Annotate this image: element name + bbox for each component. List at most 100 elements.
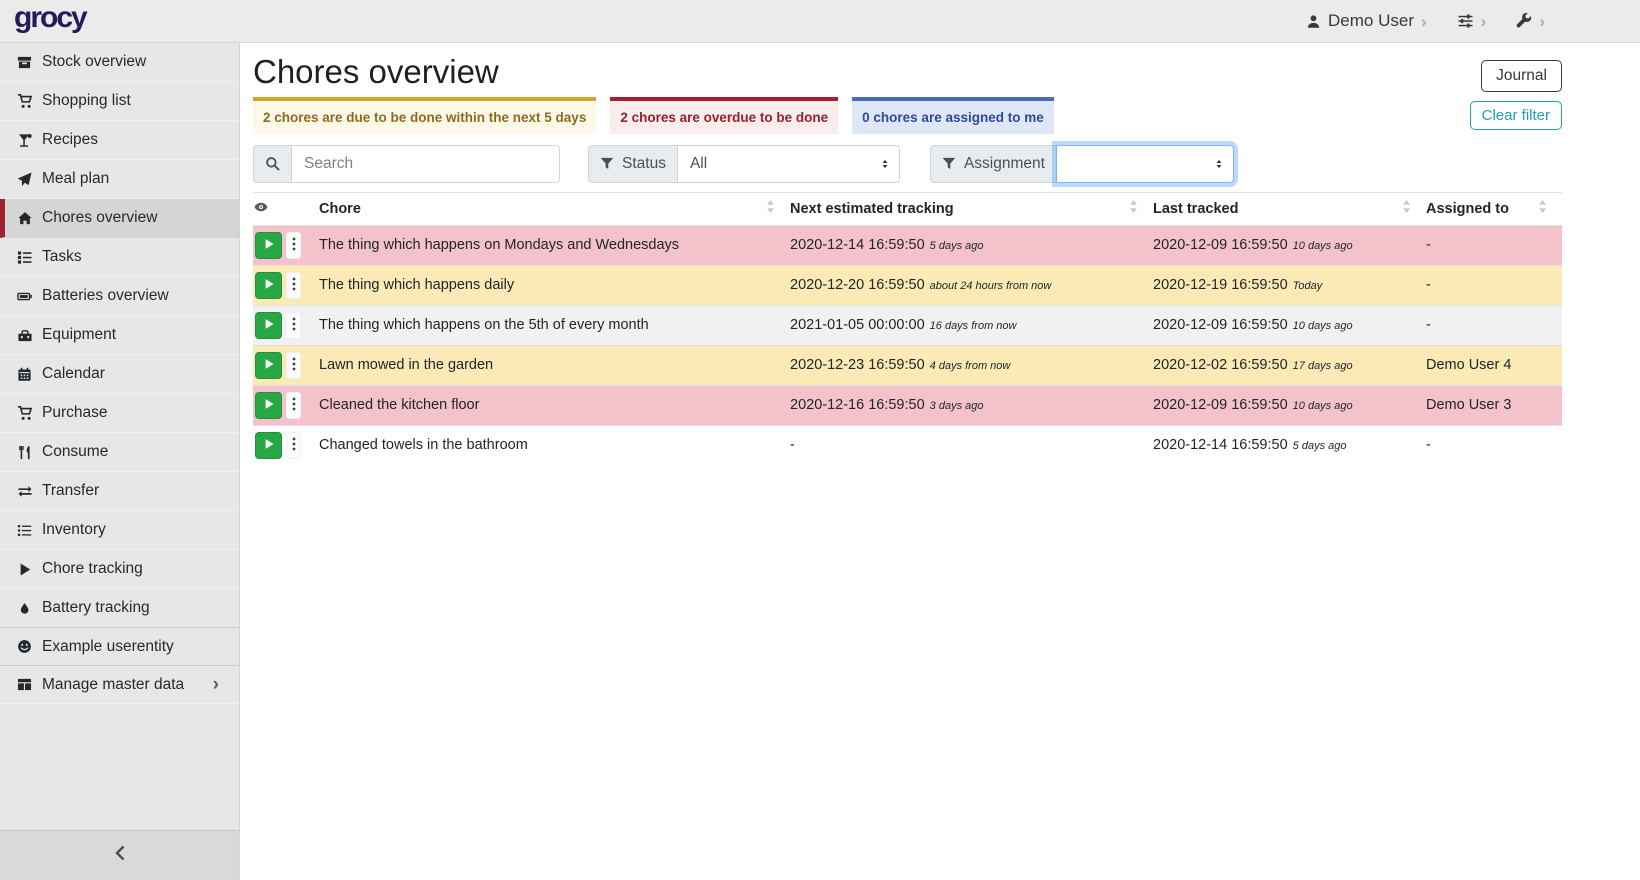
assigned-to-cell: - <box>1426 425 1562 465</box>
column-header-assigned-to[interactable]: Assigned to <box>1426 192 1562 225</box>
clear-filter-button[interactable]: Clear filter <box>1470 101 1562 130</box>
sidebar-item-tasks[interactable]: Tasks <box>0 238 239 277</box>
journal-button[interactable]: Journal <box>1481 60 1562 92</box>
table-row: The thing which happens on Mondays and W… <box>253 225 1562 265</box>
sliders-icon <box>1457 13 1474 29</box>
chevron-right-icon: › <box>1539 13 1545 30</box>
filter-row: Status All Assignment <box>253 145 1562 183</box>
sidebar-item-label: Purchase <box>42 404 107 422</box>
sidebar-item-purchase[interactable]: Purchase <box>0 394 239 433</box>
chore-name-cell: The thing which happens on Mondays and W… <box>319 225 790 265</box>
sidebar-item-batteries-overview[interactable]: Batteries overview <box>0 277 239 316</box>
row-menu-button[interactable] <box>286 272 301 299</box>
user-menu[interactable]: Demo User › <box>1306 11 1427 31</box>
last-tracked-cell: 2020-12-19 16:59:50Today <box>1153 265 1426 305</box>
chore-name-cell: Cleaned the kitchen floor <box>319 385 790 425</box>
sidebar-item-label: Inventory <box>42 521 106 539</box>
banner-info[interactable]: 0 chores are assigned to me <box>852 97 1054 134</box>
next-tracking-cell: 2021-01-05 00:00:0016 days from now <box>790 305 1153 345</box>
filter-icon <box>942 157 956 171</box>
row-menu-button[interactable] <box>286 392 301 419</box>
sidebar-item-label: Tasks <box>42 248 82 266</box>
settings-menu[interactable]: › <box>1457 13 1487 30</box>
sidebar-item-recipes[interactable]: Recipes <box>0 121 239 160</box>
sidebar-item-example-userentity[interactable]: Example userentity <box>0 627 239 666</box>
assignment-filter-select[interactable] <box>1056 145 1234 183</box>
track-execution-button[interactable] <box>255 312 282 339</box>
track-execution-button[interactable] <box>255 232 282 259</box>
track-execution-button[interactable] <box>255 432 282 459</box>
sidebar-item-battery-tracking[interactable]: Battery tracking <box>0 589 239 628</box>
row-menu-button[interactable] <box>286 312 301 339</box>
table-icon <box>16 677 33 692</box>
next-tracking-cell: - <box>790 425 1153 465</box>
shopping-cart-icon <box>16 94 33 109</box>
chore-name-cell: The thing which happens on the 5th of ev… <box>319 305 790 345</box>
next-tracking-cell: 2020-12-14 16:59:505 days ago <box>790 225 1153 265</box>
sidebar-item-chore-tracking[interactable]: Chore tracking <box>0 550 239 589</box>
sidebar-item-shopping-list[interactable]: Shopping list <box>0 82 239 121</box>
smiley-icon <box>16 639 33 654</box>
battery-icon <box>16 289 33 304</box>
chores-table: Chore Next estimated tracking Last track… <box>253 192 1562 465</box>
sidebar-item-transfer[interactable]: Transfer <box>0 472 239 511</box>
admin-menu[interactable]: › <box>1516 13 1545 30</box>
status-filter-select[interactable]: All <box>677 145 900 183</box>
next-tracking-cell: 2020-12-23 16:59:504 days from now <box>790 345 1153 385</box>
user-icon <box>1306 14 1321 29</box>
sidebar-item-chores-overview[interactable]: Chores overview <box>0 199 239 238</box>
sidebar-item-label: Equipment <box>42 326 116 344</box>
chevron-right-icon: › <box>1481 13 1487 30</box>
sidebar-item-label: Recipes <box>42 131 98 149</box>
sidebar-item-meal-plan[interactable]: Meal plan <box>0 160 239 199</box>
column-header-last-tracked[interactable]: Last tracked <box>1153 192 1426 225</box>
banner-danger[interactable]: 2 chores are overdue to be done <box>610 97 838 134</box>
sidebar-collapse-button[interactable] <box>0 830 239 880</box>
play-icon <box>263 358 275 373</box>
status-filter-group: Status All <box>588 145 900 183</box>
sort-icon <box>765 200 776 217</box>
sidebar-item-equipment[interactable]: Equipment <box>0 316 239 355</box>
sidebar-item-consume[interactable]: Consume <box>0 433 239 472</box>
assigned-to-cell: Demo User 3 <box>1426 385 1562 425</box>
row-menu-button[interactable] <box>286 352 301 379</box>
table-row: The thing which happens on the 5th of ev… <box>253 305 1562 345</box>
column-header-next-tracking[interactable]: Next estimated tracking <box>790 192 1153 225</box>
assigned-to-cell: - <box>1426 225 1562 265</box>
search-icon <box>253 145 291 183</box>
last-tracked-cell: 2020-12-09 16:59:5010 days ago <box>1153 305 1426 345</box>
row-menu-button[interactable] <box>286 232 301 259</box>
track-execution-button[interactable] <box>255 352 282 379</box>
sidebar-item-label: Meal plan <box>42 170 109 188</box>
sidebar-item-manage-master-data[interactable]: Manage master data› <box>0 665 239 704</box>
banner-warning[interactable]: 2 chores are due to be done within the n… <box>253 97 596 134</box>
flame-icon <box>16 601 33 616</box>
sidebar-item-label: Stock overview <box>42 53 146 71</box>
column-header-chore[interactable]: Chore <box>319 192 790 225</box>
sidebar-item-inventory[interactable]: Inventory <box>0 511 239 550</box>
sidebar-item-label: Battery tracking <box>42 599 150 617</box>
sidebar-item-stock-overview[interactable]: Stock overview <box>0 43 239 82</box>
sidebar-item-label: Chore tracking <box>42 560 143 578</box>
play-icon <box>263 278 275 293</box>
track-execution-button[interactable] <box>255 392 282 419</box>
app-logo[interactable]: grocy <box>14 3 86 39</box>
last-tracked-cell: 2020-12-09 16:59:5010 days ago <box>1153 385 1426 425</box>
status-banner-row: 2 chores are due to be done within the n… <box>253 97 1562 134</box>
assigned-to-cell: - <box>1426 265 1562 305</box>
eye-icon <box>253 202 269 218</box>
play-icon <box>263 318 275 333</box>
row-menu-button[interactable] <box>286 432 301 459</box>
chevron-left-icon <box>115 845 125 866</box>
sort-icon <box>1128 200 1139 217</box>
search-group <box>253 145 560 183</box>
home-icon <box>16 211 33 226</box>
sidebar-nav: Stock overview Shopping list Recipes Meal p… <box>0 43 239 704</box>
sidebar-item-calendar[interactable]: Calendar <box>0 355 239 394</box>
main-content: Chores overview Journal 2 chores are due… <box>241 43 1640 880</box>
track-execution-button[interactable] <box>255 272 282 299</box>
assignment-filter-group: Assignment <box>930 145 1234 183</box>
play-icon <box>263 398 275 413</box>
sidebar-item-label: Calendar <box>42 365 105 383</box>
search-input[interactable] <box>291 145 560 183</box>
